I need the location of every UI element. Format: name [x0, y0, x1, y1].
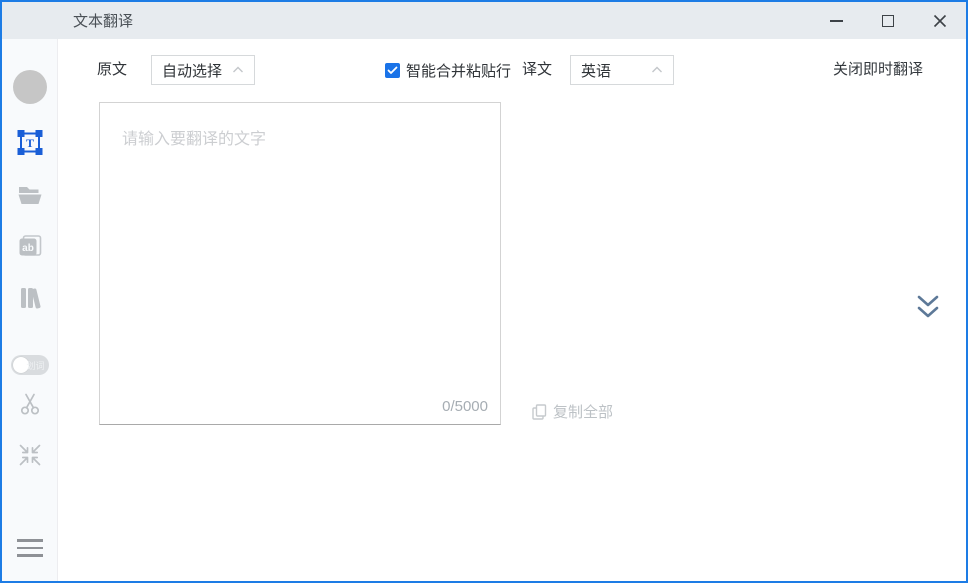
chevron-up-icon — [651, 66, 663, 74]
toggle-instant-translate-link[interactable]: 关闭即时翻译 — [833, 55, 923, 85]
smart-merge-checkbox-row[interactable]: 智能合并粘贴行 — [385, 55, 511, 85]
svg-text:T: T — [25, 136, 33, 150]
close-icon — [933, 14, 947, 28]
sidebar-item-wordbook[interactable]: ab — [17, 234, 42, 258]
source-language-select[interactable]: 自动选择 — [151, 55, 255, 85]
window-controls — [810, 2, 966, 39]
sidebar-item-document-translate[interactable] — [17, 184, 43, 206]
main-panel: 原文 自动选择 智能合并粘贴行 译文 英语 关闭即时翻译 — [58, 39, 966, 581]
chevron-up-icon — [232, 66, 244, 74]
wordbook-icon: ab — [17, 234, 42, 258]
copy-icon — [532, 404, 547, 420]
app-window: 文本翻译 — [0, 0, 968, 583]
sidebar-item-collapse[interactable] — [17, 442, 43, 468]
char-count: 0/5000 — [442, 398, 488, 415]
sidebar: T ab — [2, 39, 58, 581]
avatar[interactable] — [13, 70, 47, 104]
maximize-button[interactable] — [862, 2, 914, 39]
target-label: 译文 — [522, 55, 552, 85]
copy-all-button[interactable]: 复制全部 — [532, 401, 613, 422]
maximize-icon — [882, 15, 894, 27]
source-label: 原文 — [97, 55, 127, 85]
titlebar: 文本翻译 — [2, 2, 966, 39]
expand-button[interactable] — [912, 291, 944, 325]
source-text-container: 0/5000 — [99, 102, 501, 425]
svg-text:ab: ab — [22, 243, 34, 254]
source-text-input[interactable] — [100, 103, 500, 424]
checkbox-checked-icon[interactable] — [385, 63, 400, 78]
hamburger-icon — [17, 539, 43, 542]
window-title: 文本翻译 — [73, 10, 133, 31]
source-language-value: 自动选择 — [162, 60, 222, 81]
double-chevron-down-icon — [913, 292, 943, 324]
copy-all-label: 复制全部 — [553, 401, 613, 422]
collapse-arrows-icon — [17, 442, 43, 468]
sidebar-item-library[interactable] — [17, 285, 43, 311]
toggle-track: 划词 — [11, 355, 49, 375]
word-pick-toggle[interactable]: 划词 — [11, 355, 49, 375]
library-icon — [17, 285, 43, 311]
scissors-icon — [17, 391, 43, 417]
toggle-label: 划词 — [26, 359, 44, 372]
folder-icon — [17, 184, 43, 206]
target-language-select[interactable]: 英语 — [570, 55, 674, 85]
target-language-value: 英语 — [581, 60, 611, 81]
sidebar-item-text-translate[interactable]: T — [16, 129, 43, 156]
text-translate-icon: T — [16, 129, 43, 156]
minimize-icon — [830, 20, 843, 22]
menu-button[interactable] — [17, 539, 43, 557]
minimize-button[interactable] — [810, 2, 862, 39]
close-button[interactable] — [914, 2, 966, 39]
smart-merge-label: 智能合并粘贴行 — [406, 60, 511, 81]
sidebar-item-screenshot[interactable] — [17, 391, 43, 417]
